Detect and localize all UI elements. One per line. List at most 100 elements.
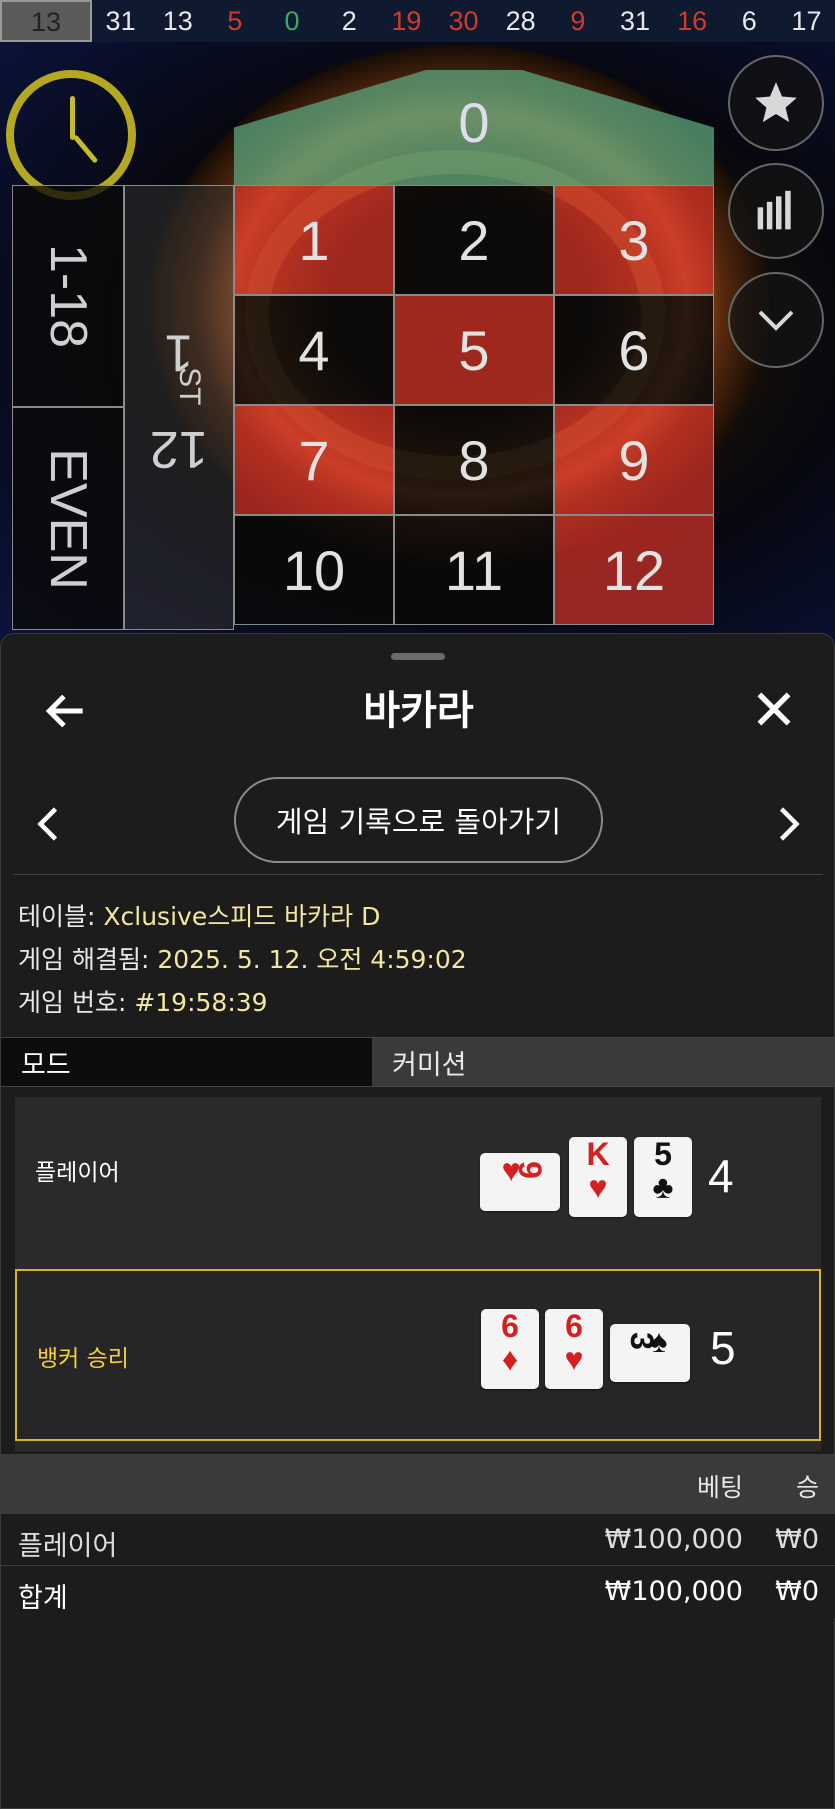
total-win: ₩0	[775, 1576, 819, 1607]
chevron-right-icon	[779, 807, 800, 841]
history-number: 28	[505, 5, 536, 36]
number-cell[interactable]: 10	[234, 515, 394, 625]
dozen-number: 12	[150, 419, 208, 478]
history-number: 9	[570, 5, 586, 36]
playing-card: 6 ♥	[545, 1309, 603, 1389]
tab-mode[interactable]: 모드	[1, 1038, 372, 1086]
game-history-sheet: 바카라 게임 기록으로 돌아가기 테이블: Xclusive스피드 바카라 D …	[0, 633, 835, 1809]
history-number: 13	[162, 5, 193, 36]
table-label: 테이블:	[18, 902, 96, 931]
number-cell[interactable]: 5	[394, 295, 554, 405]
card-suit: ♥	[564, 1341, 584, 1377]
game-number-value: #19:58:39	[134, 988, 268, 1017]
history-number: 0	[284, 5, 300, 36]
bar-chart-icon	[757, 190, 791, 230]
bet-even-label: EVEN	[39, 447, 98, 590]
chevron-left-icon	[37, 807, 58, 841]
timer-hand	[70, 96, 75, 140]
chevron-down-icon	[758, 310, 794, 331]
history-number: 31	[619, 5, 650, 36]
history-number: 17	[791, 5, 822, 36]
mode-tabs: 모드 커미션	[1, 1037, 835, 1087]
history-number: 2	[341, 5, 357, 36]
banker-hand: 뱅커 승리 6 ♦ 6 ♥ 3♠ 5	[15, 1269, 821, 1441]
number-cell[interactable]: 3	[554, 185, 714, 295]
total-bet: ₩100,000	[604, 1576, 743, 1607]
playing-card: 3♠	[610, 1324, 690, 1382]
table-total-row: 합계 ₩100,000 ₩0	[1, 1566, 835, 1618]
row-bet: ₩100,000	[604, 1524, 743, 1555]
number-cell[interactable]: 12	[554, 515, 714, 625]
game-number-info: 게임 번호: #19:58:39	[18, 983, 268, 1019]
table-info: 테이블: Xclusive스피드 바카라 D	[18, 897, 380, 933]
bet-even[interactable]: EVEN	[12, 407, 124, 630]
number-cell[interactable]: 1	[234, 185, 394, 295]
card-rank: 5	[654, 1136, 672, 1172]
card-suit: ♣	[652, 1169, 674, 1205]
player-hand: 플레이어 ♥9 K ♥ 5 ♣ 4	[15, 1097, 821, 1269]
table-row: 플레이어 ₩100,000 ₩0	[1, 1514, 835, 1566]
statistics-button[interactable]	[728, 163, 824, 259]
bet-1-18-label: 1-18	[38, 243, 97, 349]
close-icon	[757, 692, 791, 726]
resolved-label: 게임 해결됨:	[18, 945, 150, 974]
playing-card: K ♥	[569, 1137, 627, 1217]
dozen-label: 1	[164, 323, 194, 382]
number-cell[interactable]: 11	[394, 515, 554, 625]
number-cell[interactable]: 6	[554, 295, 714, 405]
card-rank: 3	[623, 1332, 660, 1350]
timer-clock-icon	[6, 70, 136, 200]
table-value: Xclusive스피드 바카라 D	[103, 902, 381, 931]
card-rank: 9	[511, 1161, 548, 1179]
favorite-button[interactable]	[728, 55, 824, 151]
game-number-label: 게임 번호:	[18, 988, 127, 1017]
col-bet: 베팅	[696, 1473, 743, 1502]
history-number: 13	[0, 0, 92, 42]
card-suit: ♥	[588, 1169, 608, 1205]
drag-handle[interactable]	[391, 653, 445, 660]
player-label: 플레이어	[35, 1160, 120, 1186]
card-rank: 6	[565, 1308, 583, 1344]
playing-card: 6 ♦	[481, 1309, 539, 1389]
card-suit: ♦	[501, 1341, 519, 1377]
row-name: 플레이어	[18, 1531, 118, 1562]
number-cell[interactable]: 2	[394, 185, 554, 295]
player-score: 4	[708, 1150, 734, 1202]
history-number: 5	[227, 5, 243, 36]
divider	[13, 874, 823, 875]
banker-score: 5	[710, 1322, 736, 1374]
number-cell[interactable]: 8	[394, 405, 554, 515]
history-number: 31	[105, 5, 136, 36]
history-number: 19	[391, 5, 422, 36]
playing-card: 5 ♣	[634, 1137, 692, 1217]
bet-1-18[interactable]: 1-18	[12, 185, 124, 407]
resolved-info: 게임 해결됨: 2025. 5. 12. 오전 4:59:02	[18, 940, 467, 976]
row-win: ₩0	[775, 1524, 819, 1555]
back-to-history-button[interactable]: 게임 기록으로 돌아가기	[234, 777, 603, 863]
collapse-button[interactable]	[728, 272, 824, 368]
star-icon	[755, 82, 797, 123]
col-win: 승	[795, 1473, 819, 1502]
bets-table-header: 베팅 승	[1, 1454, 835, 1514]
resolved-value: 2025. 5. 12. 오전 4:59:02	[157, 945, 467, 974]
number-cell[interactable]: 4	[234, 295, 394, 405]
card-rank: 6	[501, 1308, 519, 1344]
tab-commission[interactable]: 커미션	[372, 1038, 835, 1086]
next-game-button[interactable]	[774, 804, 804, 844]
sheet-title: 바카라	[363, 688, 474, 734]
history-bar: 13 31 13 5 0 2 19 30 28 9 31 16 6 17	[0, 0, 835, 42]
banker-win-label: 뱅커 승리	[37, 1346, 129, 1372]
number-cell[interactable]: 7	[234, 405, 394, 515]
close-button[interactable]	[749, 684, 799, 734]
history-number: 30	[448, 5, 479, 36]
card-rank: K	[586, 1136, 610, 1172]
zero-label: 0	[458, 91, 490, 154]
total-name: 합계	[18, 1583, 68, 1614]
history-number: 6	[741, 5, 757, 36]
timer-hand	[72, 134, 99, 164]
previous-game-button[interactable]	[33, 804, 63, 844]
hands-panel: 플레이어 ♥9 K ♥ 5 ♣ 4 뱅커 승리 6 ♦ 6 ♥ 3♠ 5	[15, 1097, 821, 1451]
playing-card: ♥9	[480, 1153, 560, 1211]
number-cell[interactable]: 9	[554, 405, 714, 515]
bet-first-dozen[interactable]: 1ST 12	[124, 185, 234, 630]
